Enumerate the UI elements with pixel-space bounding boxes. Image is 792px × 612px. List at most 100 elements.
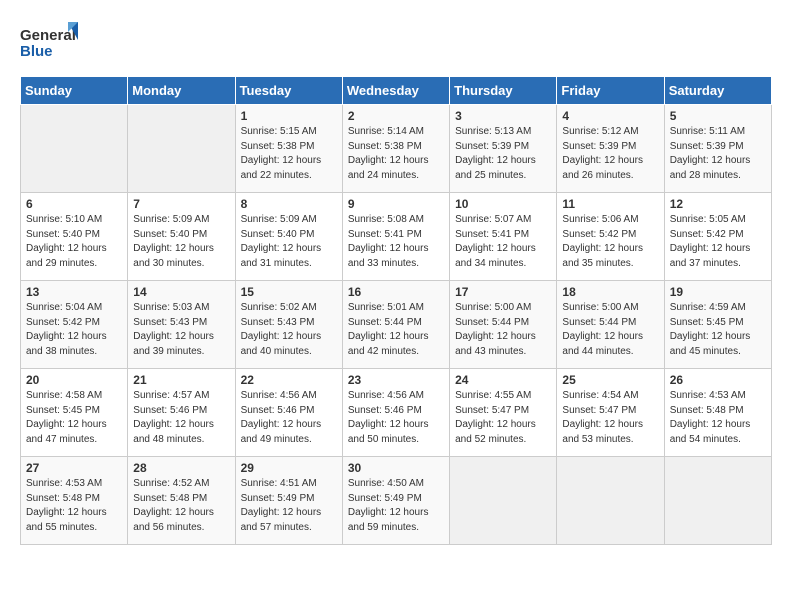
day-info: Sunrise: 5:03 AM Sunset: 5:43 PM Dayligh…	[133, 301, 229, 359]
calendar-week-2: 6 Sunrise: 5:10 AM Sunset: 5:40 PM Daylig…	[21, 193, 772, 281]
calendar-cell: 10 Sunrise: 5:07 AM Sunset: 5:41 PM Dayli…	[450, 193, 557, 281]
svg-text:Blue: Blue	[20, 43, 53, 60]
calendar-week-3: 13 Sunrise: 5:04 AM Sunset: 5:42 PM Dayli…	[21, 281, 772, 369]
day-number: 10	[455, 197, 551, 211]
calendar-cell: 26Sunrise: 4:53 AM Sunset: 5:48 PM Dayli…	[664, 369, 771, 457]
day-info: Sunrise: 5:13 AM Sunset: 5:39 PM Dayligh…	[455, 125, 551, 183]
calendar-cell: 17Sunrise: 5:00 AM Sunset: 5:44 PM Dayli…	[450, 281, 557, 369]
calendar-cell: 12 Sunrise: 5:05 AM Sunset: 5:42 PM Dayli…	[664, 193, 771, 281]
calendar-cell: 7 Sunrise: 5:09 AM Sunset: 5:40 PM Daylig…	[128, 193, 235, 281]
calendar-cell: 22 Sunrise: 4:56 AM Sunset: 5:46 PM Dayli…	[235, 369, 342, 457]
day-info: Sunrise: 5:00 AM Sunset: 5:44 PM Dayligh…	[562, 301, 658, 359]
day-info: Sunrise: 4:55 AM Sunset: 5:47 PM Dayligh…	[455, 389, 551, 447]
day-number: 30	[348, 461, 444, 475]
calendar-cell: 2 Sunrise: 5:14 AM Sunset: 5:38 PM Daylig…	[342, 105, 449, 193]
day-number: 27	[26, 461, 122, 475]
day-number: 5	[670, 109, 766, 123]
column-header-saturday: Saturday	[664, 77, 771, 105]
day-number: 6	[26, 197, 122, 211]
calendar-cell: 25 Sunrise: 4:54 AM Sunset: 5:47 PM Dayli…	[557, 369, 664, 457]
day-info: Sunrise: 4:50 AM Sunset: 5:49 PM Dayligh…	[348, 477, 444, 535]
day-number: 29	[241, 461, 337, 475]
column-header-sunday: Sunday	[21, 77, 128, 105]
day-info: Sunrise: 5:01 AM Sunset: 5:44 PM Dayligh…	[348, 301, 444, 359]
calendar-cell: 15 Sunrise: 5:02 AM Sunset: 5:43 PM Dayli…	[235, 281, 342, 369]
calendar-wrapper: SundayMondayTuesdayWednesdayThursdayFrid…	[10, 76, 782, 555]
day-info: Sunrise: 5:00 AM Sunset: 5:44 PM Dayligh…	[455, 301, 551, 359]
day-number: 9	[348, 197, 444, 211]
day-info: Sunrise: 5:14 AM Sunset: 5:38 PM Dayligh…	[348, 125, 444, 183]
day-info: Sunrise: 4:56 AM Sunset: 5:46 PM Dayligh…	[348, 389, 444, 447]
day-info: Sunrise: 5:09 AM Sunset: 5:40 PM Dayligh…	[133, 213, 229, 271]
day-info: Sunrise: 5:12 AM Sunset: 5:39 PM Dayligh…	[562, 125, 658, 183]
calendar-cell: 4 Sunrise: 5:12 AM Sunset: 5:39 PM Daylig…	[557, 105, 664, 193]
day-info: Sunrise: 4:54 AM Sunset: 5:47 PM Dayligh…	[562, 389, 658, 447]
calendar-cell: 9 Sunrise: 5:08 AM Sunset: 5:41 PM Daylig…	[342, 193, 449, 281]
day-info: Sunrise: 5:11 AM Sunset: 5:39 PM Dayligh…	[670, 125, 766, 183]
calendar-week-1: 1 Sunrise: 5:15 AM Sunset: 5:38 PM Daylig…	[21, 105, 772, 193]
day-number: 1	[241, 109, 337, 123]
calendar-cell: 24Sunrise: 4:55 AM Sunset: 5:47 PM Dayli…	[450, 369, 557, 457]
day-number: 25	[562, 373, 658, 387]
day-info: Sunrise: 5:10 AM Sunset: 5:40 PM Dayligh…	[26, 213, 122, 271]
calendar-cell: 29 Sunrise: 4:51 AM Sunset: 5:49 PM Dayli…	[235, 457, 342, 545]
calendar-cell: 1 Sunrise: 5:15 AM Sunset: 5:38 PM Daylig…	[235, 105, 342, 193]
calendar-cell: 3 Sunrise: 5:13 AM Sunset: 5:39 PM Daylig…	[450, 105, 557, 193]
day-info: Sunrise: 4:52 AM Sunset: 5:48 PM Dayligh…	[133, 477, 229, 535]
day-info: Sunrise: 4:51 AM Sunset: 5:49 PM Dayligh…	[241, 477, 337, 535]
day-info: Sunrise: 4:53 AM Sunset: 5:48 PM Dayligh…	[26, 477, 122, 535]
calendar-cell	[450, 457, 557, 545]
calendar-cell: 21Sunrise: 4:57 AM Sunset: 5:46 PM Dayli…	[128, 369, 235, 457]
day-info: Sunrise: 5:04 AM Sunset: 5:42 PM Dayligh…	[26, 301, 122, 359]
day-number: 22	[241, 373, 337, 387]
day-info: Sunrise: 5:06 AM Sunset: 5:42 PM Dayligh…	[562, 213, 658, 271]
header: General Blue	[10, 10, 782, 76]
day-number: 15	[241, 285, 337, 299]
day-number: 7	[133, 197, 229, 211]
day-number: 4	[562, 109, 658, 123]
day-number: 12	[670, 197, 766, 211]
calendar-cell: 30 Sunrise: 4:50 AM Sunset: 5:49 PM Dayli…	[342, 457, 449, 545]
calendar-week-4: 20 Sunrise: 4:58 AM Sunset: 5:45 PM Dayli…	[21, 369, 772, 457]
day-info: Sunrise: 5:07 AM Sunset: 5:41 PM Dayligh…	[455, 213, 551, 271]
column-header-friday: Friday	[557, 77, 664, 105]
calendar-cell: 14Sunrise: 5:03 AM Sunset: 5:43 PM Dayli…	[128, 281, 235, 369]
calendar-cell: 11 Sunrise: 5:06 AM Sunset: 5:42 PM Dayli…	[557, 193, 664, 281]
day-info: Sunrise: 5:15 AM Sunset: 5:38 PM Dayligh…	[241, 125, 337, 183]
day-info: Sunrise: 5:08 AM Sunset: 5:41 PM Dayligh…	[348, 213, 444, 271]
calendar-cell: 13 Sunrise: 5:04 AM Sunset: 5:42 PM Dayli…	[21, 281, 128, 369]
day-number: 20	[26, 373, 122, 387]
column-header-tuesday: Tuesday	[235, 77, 342, 105]
day-number: 3	[455, 109, 551, 123]
day-number: 23	[348, 373, 444, 387]
day-info: Sunrise: 5:05 AM Sunset: 5:42 PM Dayligh…	[670, 213, 766, 271]
day-info: Sunrise: 5:09 AM Sunset: 5:40 PM Dayligh…	[241, 213, 337, 271]
day-number: 13	[26, 285, 122, 299]
calendar-cell	[128, 105, 235, 193]
column-header-thursday: Thursday	[450, 77, 557, 105]
day-info: Sunrise: 4:58 AM Sunset: 5:45 PM Dayligh…	[26, 389, 122, 447]
calendar-cell: 8Sunrise: 5:09 AM Sunset: 5:40 PM Daylig…	[235, 193, 342, 281]
calendar-cell: 23 Sunrise: 4:56 AM Sunset: 5:46 PM Dayli…	[342, 369, 449, 457]
column-header-wednesday: Wednesday	[342, 77, 449, 105]
day-info: Sunrise: 4:56 AM Sunset: 5:46 PM Dayligh…	[241, 389, 337, 447]
day-number: 11	[562, 197, 658, 211]
calendar-cell: 18 Sunrise: 5:00 AM Sunset: 5:44 PM Dayli…	[557, 281, 664, 369]
logo-icon: General Blue	[20, 20, 80, 68]
calendar-table: SundayMondayTuesdayWednesdayThursdayFrid…	[20, 76, 772, 545]
calendar-cell	[664, 457, 771, 545]
svg-text:General: General	[20, 27, 76, 44]
calendar-cell	[557, 457, 664, 545]
calendar-week-5: 27 Sunrise: 4:53 AM Sunset: 5:48 PM Dayli…	[21, 457, 772, 545]
day-number: 19	[670, 285, 766, 299]
day-number: 2	[348, 109, 444, 123]
logo: General Blue	[20, 20, 80, 68]
day-info: Sunrise: 5:02 AM Sunset: 5:43 PM Dayligh…	[241, 301, 337, 359]
calendar-cell: 20 Sunrise: 4:58 AM Sunset: 5:45 PM Dayli…	[21, 369, 128, 457]
calendar-cell: 16Sunrise: 5:01 AM Sunset: 5:44 PM Dayli…	[342, 281, 449, 369]
calendar-header-row: SundayMondayTuesdayWednesdayThursdayFrid…	[21, 77, 772, 105]
day-number: 18	[562, 285, 658, 299]
calendar-cell	[21, 105, 128, 193]
day-number: 21	[133, 373, 229, 387]
day-info: Sunrise: 4:53 AM Sunset: 5:48 PM Dayligh…	[670, 389, 766, 447]
